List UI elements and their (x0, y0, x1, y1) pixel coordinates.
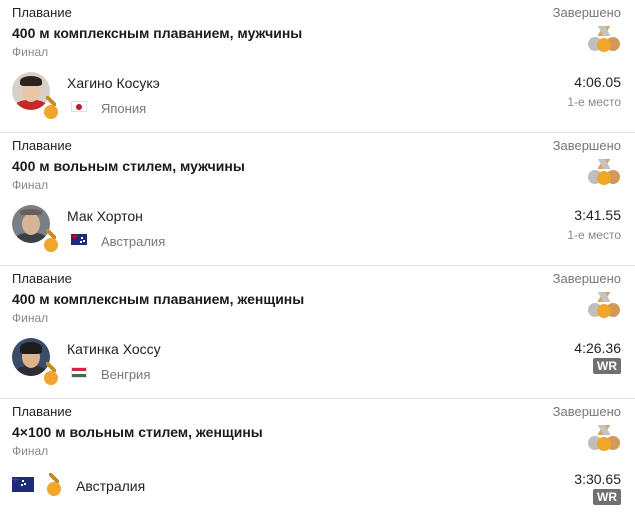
gold-medal-icon (44, 362, 58, 386)
round-label: Финал (12, 311, 49, 325)
status-label: Завершено (552, 5, 621, 20)
sport-label: Плавание (12, 138, 72, 153)
result-card[interactable]: Плавание Завершено 400 м комплексным пла… (0, 0, 635, 133)
hungary-flag-icon (71, 367, 87, 378)
gold-medal-icon (44, 229, 58, 253)
medals-icon (588, 425, 620, 451)
place-label: 1-е место (567, 228, 621, 242)
medals-icon (588, 26, 620, 52)
result-time: 3:30.65 (574, 471, 621, 487)
result-time: 4:06.05 (574, 74, 621, 90)
result-time: 4:26.36 (574, 340, 621, 356)
australia-flag-icon (12, 477, 34, 492)
place-label: 1-е место (567, 95, 621, 109)
sport-label: Плавание (12, 5, 72, 20)
country-name: Австралия (101, 234, 166, 249)
result-time: 3:41.55 (574, 207, 621, 223)
medals-icon (588, 159, 620, 185)
event-title[interactable]: 400 м комплексным плаванием, мужчины (12, 25, 302, 41)
sport-label: Плавание (12, 404, 72, 419)
result-card[interactable]: Плавание Завершено 4×100 м вольным стиле… (0, 399, 635, 514)
status-label: Завершено (552, 271, 621, 286)
japan-flag-icon (71, 101, 87, 112)
medals-icon (588, 292, 620, 318)
event-title[interactable]: 400 м вольным стилем, мужчины (12, 158, 245, 174)
round-label: Финал (12, 444, 49, 458)
event-title[interactable]: 400 м комплексным плаванием, женщины (12, 291, 304, 307)
result-card[interactable]: Плавание Завершено 400 м вольным стилем,… (0, 133, 635, 266)
sport-label: Плавание (12, 271, 72, 286)
world-record-badge: WR (593, 489, 621, 505)
event-title[interactable]: 4×100 м вольным стилем, женщины (12, 424, 263, 440)
result-card[interactable]: Плавание Завершено 400 м комплексным пла… (0, 266, 635, 399)
gold-medal-icon (47, 473, 61, 497)
australia-flag-icon (71, 234, 87, 245)
athlete-name[interactable]: Катинка Хоссу (67, 341, 161, 357)
status-label: Завершено (552, 404, 621, 419)
team-name[interactable]: Австралия (76, 478, 145, 494)
results-list: Плавание Завершено 400 м комплексным пла… (0, 0, 635, 514)
world-record-badge: WR (593, 358, 621, 374)
round-label: Финал (12, 178, 49, 192)
country-name: Япония (101, 101, 147, 116)
round-label: Финал (12, 45, 49, 59)
athlete-name[interactable]: Мак Хортон (67, 208, 143, 224)
gold-medal-icon (44, 96, 58, 120)
status-label: Завершено (552, 138, 621, 153)
athlete-name[interactable]: Хагино Косукэ (67, 75, 160, 91)
country-name: Венгрия (101, 367, 151, 382)
